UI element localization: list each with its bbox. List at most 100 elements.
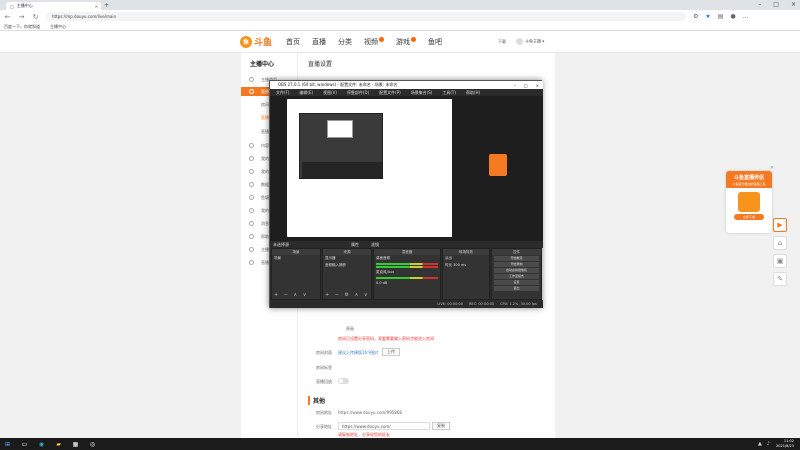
- rights-icon: [249, 208, 254, 213]
- no-source-label: 未选择源: [273, 241, 289, 247]
- promo-title: 斗鱼直播伴侣: [726, 171, 772, 182]
- source-item[interactable]: 显示器: [323, 255, 371, 262]
- nav-game-label: 游戏: [396, 38, 410, 46]
- favorite-item[interactable]: 主播中心: [50, 24, 66, 30]
- scene-item[interactable]: 场景: [272, 255, 320, 262]
- close-icon[interactable]: ×: [536, 83, 539, 88]
- obs-window-controls: – □ ×: [514, 83, 539, 88]
- nav-live[interactable]: 直播: [312, 37, 326, 47]
- upload-button[interactable]: 上传: [382, 348, 400, 356]
- cover-link[interactable]: 建议上传横版16:9图片: [338, 350, 379, 356]
- store-icon[interactable]: ▦: [72, 441, 79, 448]
- nav-game[interactable]: 游戏: [396, 37, 416, 47]
- extension-icon[interactable]: ⚙: [693, 13, 698, 20]
- obs-taskbar-icon[interactable]: ◎: [89, 441, 96, 448]
- site-header: 鱼 斗鱼 首页 直播 分类 视频 游戏 鱼吧 下载 斗鱼主播 ▾: [0, 31, 800, 53]
- file-explorer-icon[interactable]: ▰: [55, 441, 62, 448]
- duration-value[interactable]: 300 ms: [453, 263, 466, 267]
- promo-download-button[interactable]: 立即下载: [734, 214, 764, 220]
- transition-type[interactable]: 淡出: [443, 255, 489, 262]
- dock-controls[interactable]: + − ⚙ ∧ ∨: [325, 292, 370, 298]
- data-icon: [249, 182, 254, 187]
- growth-icon: [249, 247, 254, 252]
- favorite-star-icon[interactable]: ★: [705, 13, 710, 20]
- minimize-icon[interactable]: –: [758, 1, 761, 8]
- home-icon[interactable]: ⌂: [773, 236, 787, 250]
- feedback-icon[interactable]: ✎: [773, 272, 787, 286]
- studio-mode-button[interactable]: 工作室模式: [494, 274, 539, 279]
- obs-title: OBS 27.0.1 (64 bit, windows) - 配置文件: 未命名…: [278, 82, 398, 87]
- page-icon: ▢: [10, 3, 14, 9]
- filters-button[interactable]: 滤镜: [371, 242, 379, 248]
- copy-button[interactable]: 复制: [432, 422, 450, 430]
- message-icon: [249, 221, 254, 226]
- share-input[interactable]: https://www.douyu.com/: [338, 422, 430, 430]
- download-link[interactable]: 下载: [498, 39, 506, 45]
- plus-icon[interactable]: +: [104, 2, 109, 9]
- more-icon[interactable]: …: [743, 13, 749, 20]
- dock-controls[interactable]: + − ∧ ∨: [274, 292, 308, 298]
- obs-menu-item[interactable]: 编辑(E): [299, 90, 313, 96]
- audio-meter: [376, 266, 438, 268]
- controls-dock: 控件 开始推流 开始录制 启动虚拟摄像机 工作室模式 设置 退出: [491, 248, 542, 300]
- obs-menu-item[interactable]: 场景集合(S): [411, 90, 433, 96]
- rec-status: REC: 00:00:00: [468, 302, 495, 306]
- nested-promo-card: [489, 154, 507, 176]
- replay-toggle[interactable]: [338, 378, 349, 384]
- douyu-logo[interactable]: 鱼 斗鱼: [240, 35, 272, 48]
- settings-button[interactable]: 设置: [494, 280, 539, 285]
- maximize-icon[interactable]: □: [773, 1, 779, 8]
- close-icon[interactable]: ×: [791, 1, 796, 8]
- maximize-icon[interactable]: □: [524, 83, 528, 88]
- obs-menu-item[interactable]: 配置文件(P): [379, 90, 401, 96]
- obs-menu-item[interactable]: 帮助(H): [466, 90, 480, 96]
- obs-title-bar: OBS 27.0.1 (64 bit, windows) - 配置文件: 未命名…: [270, 81, 543, 89]
- nav-fishbar[interactable]: 鱼吧: [428, 37, 442, 47]
- source-item[interactable]: 音频输入捕获: [323, 262, 371, 269]
- profile-icon[interactable]: ●: [730, 13, 735, 20]
- mixer-track-label: 桌面音频: [376, 256, 390, 260]
- nav-badge: [379, 37, 384, 42]
- network-icon[interactable]: ▲: [758, 441, 762, 447]
- close-tab-icon[interactable]: ×: [95, 4, 98, 9]
- obs-window[interactable]: OBS 27.0.1 (64 bit, windows) - 配置文件: 未命名…: [269, 80, 543, 308]
- play-icon[interactable]: ▶: [773, 218, 787, 232]
- nav-video-label: 视频: [364, 38, 378, 46]
- start-streaming-button[interactable]: 开始推流: [494, 256, 539, 261]
- windows-start-icon[interactable]: ⊞: [4, 441, 11, 448]
- clock[interactable]: 11:02 2021/8/23: [776, 439, 794, 449]
- obs-menu-item[interactable]: 文件(F): [276, 90, 289, 96]
- user-menu[interactable]: 斗鱼主播 ▾: [516, 38, 544, 45]
- obs-preview[interactable]: [270, 96, 543, 241]
- forward-icon[interactable]: →: [18, 13, 25, 21]
- nav-home[interactable]: 首页: [286, 37, 300, 47]
- mixer-track-label: 麦克风/Aux: [376, 270, 395, 274]
- app-icon[interactable]: ▣: [773, 254, 787, 268]
- collections-icon[interactable]: ▤: [718, 13, 724, 20]
- obs-menu-item[interactable]: 工具(T): [442, 90, 456, 96]
- nav-category[interactable]: 分类: [338, 37, 352, 47]
- address-input[interactable]: https://mp.douyu.com/live/main: [46, 12, 686, 21]
- obs-menu-item[interactable]: 停靠部件(D): [347, 90, 369, 96]
- obs-menu-item[interactable]: 视图(V): [323, 90, 337, 96]
- promo-card[interactable]: 斗鱼直播伴侣 斗鱼官方推出的直播工具 立即下载: [726, 171, 772, 233]
- browser-tab[interactable]: ▢ 主播中心 ×: [6, 2, 101, 10]
- scenes-dock: 场景 场景 + − ∧ ∨: [271, 248, 321, 300]
- start-recording-button[interactable]: 开始录制: [494, 262, 539, 267]
- minimize-icon[interactable]: –: [514, 83, 516, 88]
- obs-source-toolbar: 未选择源 属性 滤镜: [270, 241, 543, 248]
- edge-browser-icon[interactable]: ◉: [38, 441, 45, 448]
- refresh-icon[interactable]: ↻: [32, 13, 39, 21]
- exit-button[interactable]: 退出: [494, 286, 539, 291]
- nav-video[interactable]: 视频: [364, 37, 384, 47]
- help-icon: [249, 234, 254, 239]
- obs-menubar: 文件(F) 编辑(E) 视图(V) 停靠部件(D) 配置文件(P) 场景集合(S…: [270, 89, 543, 96]
- tab-title: 主播中心: [16, 3, 33, 8]
- close-icon[interactable]: ✕: [770, 165, 774, 171]
- task-view-icon[interactable]: ▭: [21, 441, 28, 448]
- volume-icon[interactable]: ♪: [767, 441, 770, 447]
- back-icon[interactable]: ←: [4, 13, 11, 21]
- favorite-item[interactable]: 百度一下，你就知道: [4, 24, 40, 30]
- properties-button[interactable]: 属性: [351, 242, 359, 248]
- virtual-camera-button[interactable]: 启动虚拟摄像机: [494, 268, 539, 273]
